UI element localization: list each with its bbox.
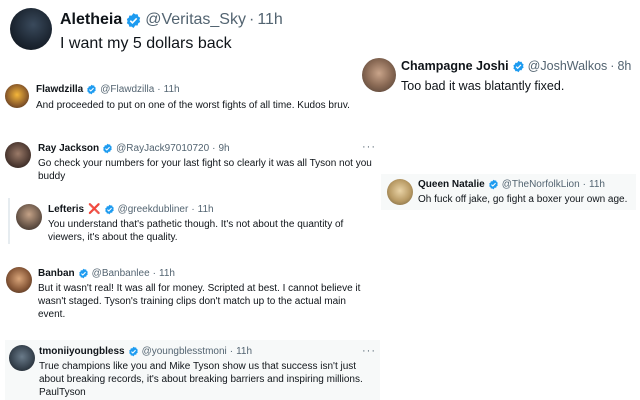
author-handle[interactable]: @greekdubliner: [118, 204, 189, 215]
tweet-text-line-1: Go check your numbers for your last figh…: [38, 158, 372, 169]
separator-dot: ·: [152, 268, 156, 279]
more-options-icon[interactable]: ···: [362, 345, 376, 357]
tweet-text-line-1: But it wasn't real! It was all for money…: [38, 283, 361, 294]
tweet-tmoniiyoungbless: tmoniiyoungbless @youngblesstmoni · 11h …: [5, 340, 380, 400]
timestamp[interactable]: 11h: [589, 179, 605, 190]
author-name[interactable]: Queen Natalie: [418, 179, 485, 190]
author-name[interactable]: Champagne Joshi: [401, 59, 509, 73]
tweet-aletheia: Aletheia @Veritas_Sky · 11h I want my 5 …: [0, 0, 330, 62]
tweet-ray-jackson: Ray Jackson @RayJack97010720 · 9h ··· Go…: [0, 136, 378, 186]
verified-badge-icon: [104, 204, 114, 215]
x-mark-icon: ❌: [88, 204, 101, 215]
tweet-text: Too bad it was blatantly fixed.: [401, 79, 565, 93]
avatar[interactable]: [387, 179, 413, 205]
timestamp[interactable]: 11h: [164, 84, 180, 95]
more-options-icon[interactable]: ···: [362, 141, 376, 153]
author-handle[interactable]: @Flawdzilla: [100, 84, 154, 95]
tweet-text-line-2: wasn't staged. Tyson's training clips do…: [38, 296, 346, 307]
avatar[interactable]: [5, 142, 31, 168]
tweet-text-line-1: You understand that's pathetic though. I…: [48, 219, 344, 230]
verified-badge-icon: [103, 143, 112, 154]
tweet-text: I want my 5 dollars back: [60, 35, 232, 52]
tweet-lefteris: Lefteris ❌ @greekdubliner · 11h You unde…: [8, 198, 354, 244]
tweet-text-line-1: True champions like you and Mike Tyson s…: [39, 361, 357, 372]
timestamp[interactable]: 11h: [159, 268, 175, 279]
author-name[interactable]: Ray Jackson: [38, 143, 99, 154]
tweet-text-line-3: PaulTyson: [39, 387, 86, 398]
separator-dot: ·: [248, 11, 255, 28]
verified-badge-icon: [488, 179, 498, 190]
author-handle[interactable]: @youngblesstmoni: [142, 346, 227, 357]
separator-dot: ·: [191, 204, 195, 215]
verified-badge-icon: [87, 84, 97, 95]
author-name[interactable]: tmoniiyoungbless: [39, 346, 125, 357]
author-name[interactable]: Aletheia: [60, 11, 122, 29]
avatar[interactable]: [10, 8, 52, 50]
tweet-text-line-2: viewers, it's about the quality.: [48, 232, 178, 243]
tweet-champagne-joshi: Champagne Joshi @JoshWalkos · 8h Too bad…: [355, 52, 640, 98]
author-handle[interactable]: @JoshWalkos: [528, 59, 608, 73]
verified-badge-icon: [128, 346, 138, 357]
author-name[interactable]: Lefteris: [48, 204, 84, 215]
timestamp[interactable]: 11h: [198, 204, 214, 215]
avatar[interactable]: [6, 267, 32, 293]
tweet-text-line-3: event.: [38, 309, 66, 320]
timestamp[interactable]: 11h: [257, 11, 283, 29]
separator-dot: ·: [610, 59, 615, 73]
author-handle[interactable]: @Banbanlee: [92, 268, 150, 279]
author-name[interactable]: Banban: [38, 268, 75, 279]
author-handle[interactable]: @Veritas_Sky: [145, 11, 246, 29]
tweet-flawdzilla: Flawdzilla @Flawdzilla · 11h And proceed…: [0, 78, 352, 118]
avatar[interactable]: [16, 204, 42, 230]
verified-badge-icon: [127, 12, 141, 28]
tweet-text: Oh fuck off jake, go fight a boxer your …: [418, 194, 628, 205]
timestamp[interactable]: 11h: [236, 346, 252, 357]
timestamp[interactable]: 9h: [219, 143, 230, 154]
tweet-text: And proceeded to put on one of the worst…: [36, 100, 350, 111]
tweet-banban: Banban @Banbanlee · 11h But it wasn't re…: [0, 262, 378, 326]
tweet-text-line-2: about breaking records, it's about break…: [39, 374, 363, 385]
verified-badge-icon: [78, 268, 88, 279]
tweet-text-line-2: buddy: [38, 171, 66, 182]
tweet-queen-natalie: Queen Natalie @TheNorfolkLion · 11h Oh f…: [381, 174, 636, 210]
separator-dot: ·: [212, 143, 216, 154]
avatar[interactable]: [5, 84, 29, 108]
author-handle[interactable]: @RayJack97010720: [116, 143, 209, 154]
separator-dot: ·: [229, 346, 234, 357]
timestamp[interactable]: 8h: [617, 59, 631, 73]
separator-dot: ·: [157, 84, 161, 95]
avatar[interactable]: [362, 58, 396, 92]
verified-badge-icon: [513, 60, 524, 72]
author-name[interactable]: Flawdzilla: [36, 84, 83, 95]
avatar[interactable]: [9, 345, 35, 371]
separator-dot: ·: [582, 179, 587, 190]
author-handle[interactable]: @TheNorfolkLion: [502, 179, 580, 190]
